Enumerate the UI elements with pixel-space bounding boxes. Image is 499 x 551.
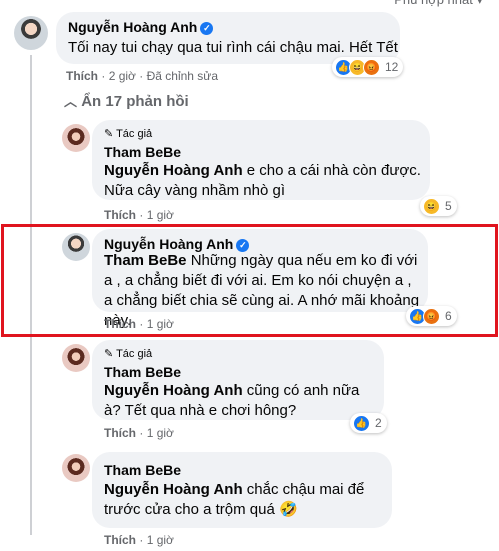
separator-dot: · [139,317,144,331]
hide-replies-label: Ẩn 17 phản hồi [81,93,189,110]
separator-dot: · [139,208,144,222]
mention-tag[interactable]: Nguyễn Hoàng Anh [104,382,243,399]
author-badge: Tác giả [116,128,153,140]
reaction-summary[interactable]: 👍 2 [350,413,387,433]
reply-meta: Thích · 1 giờ [104,533,174,547]
like-link[interactable]: Thích [104,208,136,222]
like-link[interactable]: Thích [104,533,136,547]
pencil-icon: ✎ [104,128,114,140]
reaction-summary[interactable]: 👍 😆 😡 12 [332,57,404,77]
mention-tag[interactable]: Nguyễn Hoàng Anh [104,481,243,498]
haha-reaction-icon: 😆 [423,197,440,215]
reply-bubble: Nguyễn Hoàng Anh ✓ Tham BeBe Những ngày q… [92,229,428,329]
avatar[interactable] [62,124,90,152]
reaction-count: 12 [385,60,399,74]
separator-dot: · [139,69,144,83]
comment-meta: Thích · 2 giờ · Đã chỉnh sửa [66,69,218,83]
pencil-icon: ✎ [104,348,114,360]
reaction-summary[interactable]: 😆 5 [420,196,457,216]
comment-text: Tối nay tui chạy qua tui rình cái chậu m… [68,39,398,56]
like-link[interactable]: Thích [104,426,136,440]
commenter-name[interactable]: Tham BeBe [104,364,181,380]
angry-reaction-icon: 😡 [363,58,380,76]
separator-dot: · [139,426,144,440]
reply-bubble: ✎ Tác giả Tham BeBe Nguyễn Hoàng Anh e c… [92,120,430,200]
mention-tag[interactable]: Nguyễn Hoàng Anh [104,162,243,179]
reply-meta: Thích · 1 giờ [104,208,174,222]
reaction-count: 6 [445,309,452,323]
separator-dot: · [139,533,144,547]
avatar[interactable] [62,233,90,261]
edited-label: Đã chỉnh sửa [146,69,218,83]
commenter-name[interactable]: Nguyễn Hoàng Anh [104,236,233,252]
timestamp[interactable]: 1 giờ [147,533,174,547]
chevron-up-icon: ︿ [64,94,78,109]
reply-bubble: ✎ Tác giả Tham BeBe Nguyễn Hoàng Anh cũn… [92,340,384,420]
timestamp[interactable]: 1 giờ [147,317,174,331]
reply-bubble: Tham BeBe Nguyễn Hoàng Anh chắc chậu mai… [92,452,392,528]
reaction-count: 5 [445,199,452,213]
like-link[interactable]: Thích [66,69,98,83]
like-reaction-icon: 👍 [353,414,370,432]
avatar[interactable] [62,344,90,372]
angry-reaction-icon: 😡 [423,307,440,325]
reply-meta: Thích · 1 giờ [104,426,174,440]
mention-tag[interactable]: Tham BeBe [104,252,187,269]
timestamp[interactable]: 1 giờ [147,426,174,440]
commenter-name[interactable]: Tham BeBe [104,462,181,478]
commenter-name[interactable]: Nguyễn Hoàng Anh [68,19,197,35]
like-link[interactable]: Thích [104,317,136,331]
reaction-count: 2 [375,416,382,430]
reply-meta: Thích · 1 giờ [104,317,174,331]
timestamp[interactable]: 1 giờ [147,208,174,222]
author-badge: Tác giả [116,348,153,360]
timestamp[interactable]: 2 giờ [109,69,136,83]
verified-badge-icon: ✓ [200,22,214,35]
avatar[interactable] [14,16,48,50]
sort-filter-label[interactable]: Phù hợp nhất ▾ [394,0,483,8]
hide-replies-button[interactable]: ︿ Ẩn 17 phản hồi [64,91,189,110]
avatar[interactable] [62,454,90,482]
separator-dot: · [101,69,106,83]
reaction-summary[interactable]: 👍 😡 6 [406,306,457,326]
commenter-name[interactable]: Tham BeBe [104,144,181,160]
